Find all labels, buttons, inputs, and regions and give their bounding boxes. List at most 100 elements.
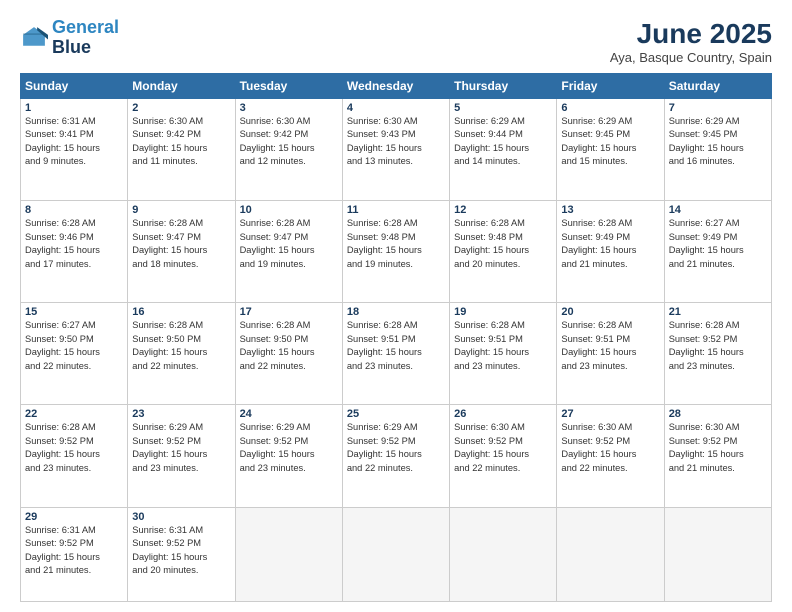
day-number: 22 — [25, 408, 123, 420]
day-number: 13 — [561, 204, 659, 216]
day-number: 14 — [669, 204, 767, 216]
calendar-cell: 10Sunrise: 6:28 AMSunset: 9:47 PMDayligh… — [235, 201, 342, 303]
logo-icon — [20, 24, 48, 52]
calendar-cell: 5Sunrise: 6:29 AMSunset: 9:44 PMDaylight… — [450, 99, 557, 201]
col-friday: Friday — [557, 74, 664, 99]
day-number: 29 — [25, 511, 123, 523]
day-info: Sunrise: 6:30 AMSunset: 9:52 PMDaylight:… — [454, 421, 552, 475]
col-wednesday: Wednesday — [342, 74, 449, 99]
day-info: Sunrise: 6:28 AMSunset: 9:47 PMDaylight:… — [132, 217, 230, 271]
day-number: 27 — [561, 408, 659, 420]
calendar-week-3: 15Sunrise: 6:27 AMSunset: 9:50 PMDayligh… — [21, 303, 772, 405]
header-row: Sunday Monday Tuesday Wednesday Thursday… — [21, 74, 772, 99]
day-number: 2 — [132, 102, 230, 114]
day-info: Sunrise: 6:31 AMSunset: 9:41 PMDaylight:… — [25, 115, 123, 169]
calendar-cell: 4Sunrise: 6:30 AMSunset: 9:43 PMDaylight… — [342, 99, 449, 201]
logo-text: General Blue — [52, 18, 119, 58]
day-info: Sunrise: 6:30 AMSunset: 9:42 PMDaylight:… — [240, 115, 338, 169]
day-number: 24 — [240, 408, 338, 420]
calendar-cell: 23Sunrise: 6:29 AMSunset: 9:52 PMDayligh… — [128, 405, 235, 507]
day-number: 6 — [561, 102, 659, 114]
calendar-cell: 20Sunrise: 6:28 AMSunset: 9:51 PMDayligh… — [557, 303, 664, 405]
calendar-cell: 6Sunrise: 6:29 AMSunset: 9:45 PMDaylight… — [557, 99, 664, 201]
page: General Blue June 2025 Aya, Basque Count… — [0, 0, 792, 612]
header: General Blue June 2025 Aya, Basque Count… — [20, 18, 772, 65]
calendar-week-1: 1Sunrise: 6:31 AMSunset: 9:41 PMDaylight… — [21, 99, 772, 201]
calendar-cell: 7Sunrise: 6:29 AMSunset: 9:45 PMDaylight… — [664, 99, 771, 201]
day-info: Sunrise: 6:28 AMSunset: 9:46 PMDaylight:… — [25, 217, 123, 271]
col-saturday: Saturday — [664, 74, 771, 99]
calendar-cell: 18Sunrise: 6:28 AMSunset: 9:51 PMDayligh… — [342, 303, 449, 405]
day-info: Sunrise: 6:28 AMSunset: 9:49 PMDaylight:… — [561, 217, 659, 271]
day-info: Sunrise: 6:29 AMSunset: 9:45 PMDaylight:… — [669, 115, 767, 169]
day-info: Sunrise: 6:28 AMSunset: 9:48 PMDaylight:… — [454, 217, 552, 271]
calendar-cell: 24Sunrise: 6:29 AMSunset: 9:52 PMDayligh… — [235, 405, 342, 507]
col-sunday: Sunday — [21, 74, 128, 99]
calendar-cell — [557, 507, 664, 601]
calendar-cell: 11Sunrise: 6:28 AMSunset: 9:48 PMDayligh… — [342, 201, 449, 303]
day-info: Sunrise: 6:28 AMSunset: 9:52 PMDaylight:… — [25, 421, 123, 475]
day-number: 21 — [669, 306, 767, 318]
day-info: Sunrise: 6:28 AMSunset: 9:51 PMDaylight:… — [561, 319, 659, 373]
day-number: 23 — [132, 408, 230, 420]
day-info: Sunrise: 6:29 AMSunset: 9:52 PMDaylight:… — [132, 421, 230, 475]
day-number: 30 — [132, 511, 230, 523]
col-monday: Monday — [128, 74, 235, 99]
calendar-cell: 16Sunrise: 6:28 AMSunset: 9:50 PMDayligh… — [128, 303, 235, 405]
day-info: Sunrise: 6:31 AMSunset: 9:52 PMDaylight:… — [25, 524, 123, 578]
day-info: Sunrise: 6:31 AMSunset: 9:52 PMDaylight:… — [132, 524, 230, 578]
day-info: Sunrise: 6:28 AMSunset: 9:48 PMDaylight:… — [347, 217, 445, 271]
calendar-cell: 25Sunrise: 6:29 AMSunset: 9:52 PMDayligh… — [342, 405, 449, 507]
calendar-cell — [664, 507, 771, 601]
calendar-cell — [450, 507, 557, 601]
month-year: June 2025 — [610, 18, 772, 50]
day-info: Sunrise: 6:28 AMSunset: 9:51 PMDaylight:… — [347, 319, 445, 373]
day-number: 15 — [25, 306, 123, 318]
calendar-cell — [342, 507, 449, 601]
day-info: Sunrise: 6:27 AMSunset: 9:50 PMDaylight:… — [25, 319, 123, 373]
day-info: Sunrise: 6:28 AMSunset: 9:52 PMDaylight:… — [669, 319, 767, 373]
calendar-cell: 3Sunrise: 6:30 AMSunset: 9:42 PMDaylight… — [235, 99, 342, 201]
calendar-cell: 14Sunrise: 6:27 AMSunset: 9:49 PMDayligh… — [664, 201, 771, 303]
day-info: Sunrise: 6:29 AMSunset: 9:45 PMDaylight:… — [561, 115, 659, 169]
calendar-cell: 22Sunrise: 6:28 AMSunset: 9:52 PMDayligh… — [21, 405, 128, 507]
calendar-cell: 28Sunrise: 6:30 AMSunset: 9:52 PMDayligh… — [664, 405, 771, 507]
calendar-cell: 26Sunrise: 6:30 AMSunset: 9:52 PMDayligh… — [450, 405, 557, 507]
calendar-cell: 17Sunrise: 6:28 AMSunset: 9:50 PMDayligh… — [235, 303, 342, 405]
day-number: 10 — [240, 204, 338, 216]
day-info: Sunrise: 6:29 AMSunset: 9:44 PMDaylight:… — [454, 115, 552, 169]
calendar-cell: 29Sunrise: 6:31 AMSunset: 9:52 PMDayligh… — [21, 507, 128, 601]
day-info: Sunrise: 6:28 AMSunset: 9:50 PMDaylight:… — [240, 319, 338, 373]
calendar-cell: 27Sunrise: 6:30 AMSunset: 9:52 PMDayligh… — [557, 405, 664, 507]
day-number: 9 — [132, 204, 230, 216]
day-number: 1 — [25, 102, 123, 114]
location: Aya, Basque Country, Spain — [610, 50, 772, 65]
day-number: 8 — [25, 204, 123, 216]
calendar-cell: 2Sunrise: 6:30 AMSunset: 9:42 PMDaylight… — [128, 99, 235, 201]
day-number: 18 — [347, 306, 445, 318]
day-number: 3 — [240, 102, 338, 114]
day-number: 7 — [669, 102, 767, 114]
col-thursday: Thursday — [450, 74, 557, 99]
calendar-cell — [235, 507, 342, 601]
calendar-cell: 8Sunrise: 6:28 AMSunset: 9:46 PMDaylight… — [21, 201, 128, 303]
day-info: Sunrise: 6:29 AMSunset: 9:52 PMDaylight:… — [240, 421, 338, 475]
calendar-cell: 13Sunrise: 6:28 AMSunset: 9:49 PMDayligh… — [557, 201, 664, 303]
day-number: 4 — [347, 102, 445, 114]
day-info: Sunrise: 6:30 AMSunset: 9:43 PMDaylight:… — [347, 115, 445, 169]
day-number: 16 — [132, 306, 230, 318]
day-number: 20 — [561, 306, 659, 318]
calendar-cell: 1Sunrise: 6:31 AMSunset: 9:41 PMDaylight… — [21, 99, 128, 201]
title-block: June 2025 Aya, Basque Country, Spain — [610, 18, 772, 65]
day-number: 5 — [454, 102, 552, 114]
calendar-week-4: 22Sunrise: 6:28 AMSunset: 9:52 PMDayligh… — [21, 405, 772, 507]
calendar-cell: 21Sunrise: 6:28 AMSunset: 9:52 PMDayligh… — [664, 303, 771, 405]
calendar-cell: 19Sunrise: 6:28 AMSunset: 9:51 PMDayligh… — [450, 303, 557, 405]
calendar-week-5: 29Sunrise: 6:31 AMSunset: 9:52 PMDayligh… — [21, 507, 772, 601]
day-info: Sunrise: 6:29 AMSunset: 9:52 PMDaylight:… — [347, 421, 445, 475]
logo: General Blue — [20, 18, 119, 58]
day-info: Sunrise: 6:28 AMSunset: 9:47 PMDaylight:… — [240, 217, 338, 271]
calendar-cell: 12Sunrise: 6:28 AMSunset: 9:48 PMDayligh… — [450, 201, 557, 303]
calendar-cell: 30Sunrise: 6:31 AMSunset: 9:52 PMDayligh… — [128, 507, 235, 601]
calendar-cell: 15Sunrise: 6:27 AMSunset: 9:50 PMDayligh… — [21, 303, 128, 405]
